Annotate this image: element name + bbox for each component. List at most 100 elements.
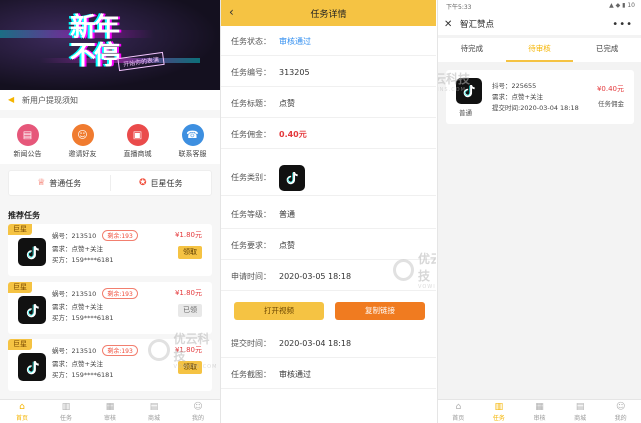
detail-row-level: 任务等级： 普通 <box>221 201 436 229</box>
quick-item-news[interactable]: ▤ 新闻公告 <box>4 124 52 164</box>
claim-button[interactable]: 领取 <box>178 246 202 259</box>
promo-banner[interactable]: 新年不停 开始你的表演 <box>0 0 220 90</box>
tab-pending[interactable]: 待完成 <box>438 38 506 62</box>
claimed-button[interactable]: 已领 <box>178 304 202 317</box>
task-card[interactable]: 巨星 蜗号：213510 剩余:193 需求：点赞+关注 买方：159****61… <box>8 339 212 391</box>
remaining-badge: 剩余:193 <box>102 230 138 241</box>
invite-icon: ☺ <box>71 124 94 146</box>
status-tabs: 待完成 待审核 已完成 <box>438 38 641 62</box>
tab-task[interactable]: ▥ 任务 <box>44 400 88 423</box>
row-value: 0.40元 <box>279 130 307 139</box>
task-need: 需求：点赞+关注 <box>52 245 103 253</box>
price-label: 任务佣金 <box>598 100 624 108</box>
task-need: 需求：点赞+关注 <box>492 93 543 101</box>
row-value: 点赞 <box>279 241 295 250</box>
store-icon: ▤ <box>149 401 159 412</box>
app-header: ✕ 智汇赞点 ••• <box>438 13 641 35</box>
task-id-line: 蜗号：213510 剩余:193 <box>52 345 138 356</box>
row-key: 任务状态： <box>231 37 271 46</box>
home-screen: 新年不停 开始你的表演 ◀ 新用户提现须知 ▤ 新闻公告 ☺ 邀请好友 ▣ 直播… <box>0 0 220 423</box>
page-title: 任务详情 <box>310 9 347 20</box>
tab-label: 审核 <box>533 414 546 422</box>
tab-completed[interactable]: 已完成 <box>573 38 641 62</box>
status-icons: ▲ ◆ ▮ 10 <box>609 2 635 9</box>
normal-task-button[interactable]: ♕ 普通任务 <box>9 178 110 189</box>
detail-row-commission: 任务佣金： 0.40元 <box>221 121 436 149</box>
tab-profile[interactable]: ☺ 我的 <box>176 400 220 423</box>
task-icon: ▥ <box>494 401 504 412</box>
tab-review[interactable]: ▦ 审核 <box>88 400 132 423</box>
shop-icon: ▣ <box>126 124 149 146</box>
task-id: 蜗号：213510 <box>52 290 97 298</box>
tab-review[interactable]: ▦ 审核 <box>519 400 560 423</box>
task-tag: 巨星 <box>8 282 32 293</box>
tab-home[interactable]: ⌂ 首页 <box>0 400 44 423</box>
task-card[interactable]: 巨星 蜗号：213510 剩余:193 需求：点赞+关注 买方：159****61… <box>8 282 212 334</box>
close-icon[interactable]: ✕ <box>444 19 452 30</box>
task-buyer: 买方：159****6181 <box>52 371 114 379</box>
back-icon[interactable]: ‹ <box>229 5 234 19</box>
quick-item-shop[interactable]: ▣ 直播商城 <box>114 124 162 164</box>
row-value: 点赞 <box>279 99 295 108</box>
task-need: 需求：点赞+关注 <box>52 360 103 368</box>
profile-icon: ☺ <box>193 401 203 412</box>
tiktok-icon <box>18 353 46 381</box>
task-price: ¥1.80元 <box>174 289 202 297</box>
task-tag: 巨星 <box>8 339 32 350</box>
row-value: 审核通过 <box>279 370 311 379</box>
detail-row-id: 任务编号： 313205 <box>221 59 436 87</box>
tab-label: 我的 <box>614 414 627 422</box>
star-task-button[interactable]: ✪ 巨星任务 <box>111 178 212 189</box>
task-type-selector: ♕ 普通任务 ✪ 巨星任务 <box>8 170 212 196</box>
task-tag: 巨星 <box>8 224 32 235</box>
news-icon: ▤ <box>16 124 39 146</box>
task-detail-screen: ‹ 任务详情 任务状态： 审核通过 任务编号： 313205 任务标题： 点赞 … <box>220 0 436 423</box>
review-icon: ▦ <box>535 401 544 412</box>
normal-task-label: 普通任务 <box>49 178 82 188</box>
task-id: 蜗号：213510 <box>52 232 97 240</box>
task-card[interactable]: 普通 抖号：225655 需求：点赞+关注 提交时间:2020-03-04 18… <box>446 70 634 124</box>
row-value: 普通 <box>279 210 295 219</box>
review-icon: ▦ <box>105 401 115 412</box>
tab-profile[interactable]: ☺ 我的 <box>600 400 641 423</box>
task-icon: ▥ <box>61 401 71 412</box>
store-icon: ▤ <box>575 401 585 412</box>
quick-item-invite[interactable]: ☺ 邀请好友 <box>59 124 107 164</box>
speaker-icon: ◀ <box>8 95 15 104</box>
trophy-icon: ♕ <box>37 178 46 188</box>
row-value: 2020-03-05 18:18 <box>279 272 352 281</box>
row-value: 审核通过 <box>279 37 311 46</box>
profile-icon: ☺ <box>615 401 626 412</box>
home-icon: ⌂ <box>19 401 25 412</box>
tab-store[interactable]: ▤ 商城 <box>132 400 176 423</box>
tiktok-icon <box>18 296 46 324</box>
tab-home[interactable]: ⌂ 首页 <box>438 400 479 423</box>
tab-label: 首页 <box>452 414 465 422</box>
star-task-label: 巨星任务 <box>150 178 183 188</box>
tiktok-icon <box>456 78 482 104</box>
detail-row-title: 任务标题： 点赞 <box>221 90 436 118</box>
detail-row-requirement: 任务要求： 点赞 <box>221 232 436 260</box>
copy-link-button[interactable]: 复制链接 <box>335 302 425 320</box>
claim-button[interactable]: 领取 <box>178 361 202 374</box>
row-key: 任务要求： <box>231 241 271 250</box>
tiktok-icon <box>279 164 305 191</box>
more-icon[interactable]: ••• <box>612 19 633 30</box>
task-id: 蜗号：213510 <box>52 347 97 355</box>
task-card[interactable]: 巨星 蜗号：213510 剩余:193 需求：点赞+关注 买方：159****61… <box>8 224 212 276</box>
tab-reviewing[interactable]: 待审核 <box>505 38 574 62</box>
section-title: 推荐任务 <box>8 211 40 220</box>
tab-task[interactable]: ▥ 任务 <box>479 400 520 423</box>
task-price: ¥1.80元 <box>174 346 202 354</box>
tab-store[interactable]: ▤ 商城 <box>560 400 601 423</box>
status-time: 下午5:33 <box>446 4 472 11</box>
quick-item-label: 邀请好友 <box>68 150 97 158</box>
home-icon: ⌂ <box>455 401 462 412</box>
open-video-button[interactable]: 打开视频 <box>234 302 324 320</box>
detail-row-screenshot: 任务截图： 审核通过 <box>221 361 436 389</box>
task-id: 抖号：225655 <box>492 82 537 90</box>
quick-item-service[interactable]: ☎ 联系客服 <box>169 124 217 164</box>
task-buyer: 买方：159****6181 <box>52 256 114 264</box>
notice-bar[interactable]: ◀ 新用户提现须知 <box>0 90 220 110</box>
detail-header: ‹ 任务详情 <box>221 0 436 26</box>
